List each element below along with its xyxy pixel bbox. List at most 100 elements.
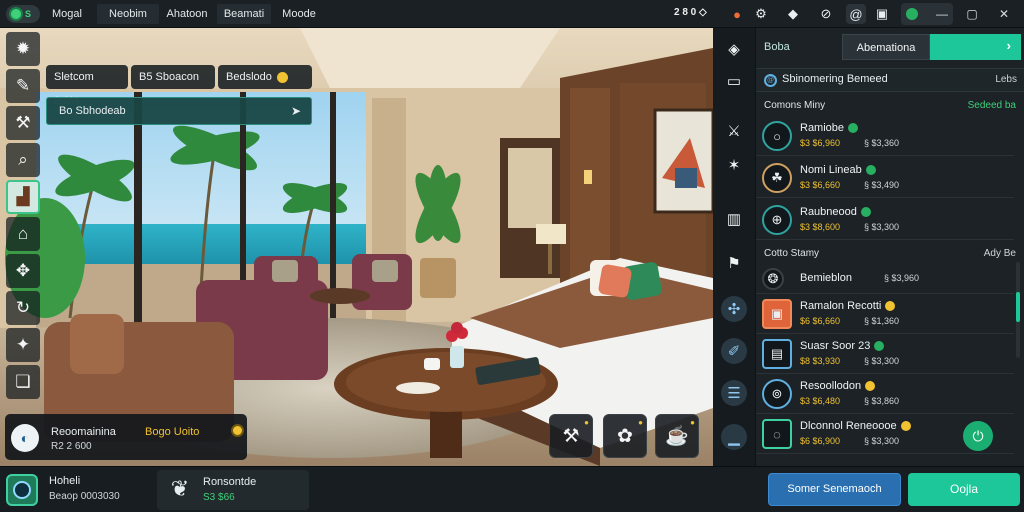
rooms-chip[interactable]: B5 Sboacon [131,65,215,89]
list-item[interactable]: ▤ Suasr Soor 23 $8 $3,930 § $3,300 [756,334,1014,374]
list-item[interactable]: ☘ Nomi Lineab $3 $6,660 § $3,490 [756,158,1014,198]
objective-banner[interactable]: Bo Sbhodeab ➤ [46,97,312,125]
occupancy-chip[interactable]: Sletcom 0.6% [46,65,128,107]
build-toolbar: ✹ ✎ ⚒ ⌕ ▟ ⌂ ✥ ↻ ✦ ❏ [4,32,42,404]
move-tool-icon[interactable]: ✥ [6,254,40,288]
tab-next[interactable]: › [930,34,1021,60]
settings-icon[interactable]: ⚙ [751,4,771,24]
list-item[interactable]: ⊕ Raubneood $3 $8,600 § $3,300 [756,200,1014,240]
mail-icon[interactable]: @ [846,4,866,24]
confirm-button[interactable]: Oojla [908,473,1020,506]
badge-icon: ● [690,418,695,427]
gift-tool-icon[interactable]: ✹ [6,32,40,66]
list-item-name: Bemieblon [800,272,852,284]
panel-header-link[interactable]: Lebs [995,74,1017,85]
status-badge [885,301,896,312]
fan-icon[interactable]: ✣ [721,296,747,322]
app-logo[interactable]: S [6,5,40,23]
scrollbar-thumb[interactable] [1016,292,1020,322]
status-badge [860,207,871,218]
list-item-stat: § $3,360 [864,138,900,148]
list-item-name: Ramalon Recotti [800,300,896,312]
chart-icon[interactable]: ▁ [721,424,747,450]
staff-avatar-icon: ○ [762,121,792,151]
star-icon[interactable]: ✶ [721,152,747,178]
section-title: Cotto Stamy [764,248,820,259]
clean-action-button[interactable]: ✿ ● [603,414,647,458]
list-item-stat: § $3,300 [864,222,900,232]
staff-avatar-icon: ⊕ [762,205,792,235]
compass-icon[interactable]: ◈ [721,36,747,62]
objective-banner-label: Bo Sbhodeab [59,105,126,117]
selected-item-card[interactable]: ❦ Ronsontde S3 $66 [157,470,309,510]
selected-item-price: S3 $66 [203,492,235,503]
status-badge [865,165,876,176]
badge-icon: ● [584,418,589,427]
window-icon[interactable]: ▭ [721,68,747,94]
hammer-action-button[interactable]: ⚒ ● [549,414,593,458]
tag-tool-icon[interactable]: ⌂ [6,217,40,251]
rotate-tool-icon[interactable]: ↻ [6,291,40,325]
tools-icon[interactable]: ⚔ [721,118,747,144]
hotel-icon[interactable] [6,474,38,506]
furniture-tool-icon[interactable]: ▟ [6,180,40,214]
power-icon[interactable]: ⏻ [963,421,993,451]
room-icon: ⊚ [762,379,792,409]
arrow-right-icon: ➤ [290,104,301,118]
menu-item-1[interactable]: Mogal [40,4,94,24]
status-badge [865,381,876,392]
hotel-emblem-icon [13,481,31,499]
link-icon[interactable]: ⊘ [816,4,836,24]
clipboard-icon[interactable]: ▣ [872,4,892,24]
list-item-name: Resoollodon [800,380,876,392]
spark-tool-icon[interactable]: ✦ [6,328,40,362]
maximize-icon[interactable]: ▢ [960,4,984,24]
room-icon: ◌ [762,419,792,449]
list-item[interactable]: ○ Ramiobe $3 $6,960 § $3,360 [756,116,1014,156]
menu-item-5[interactable]: Moode [276,4,322,24]
beds-chip[interactable]: Bedslodo [218,65,312,89]
flag-icon[interactable]: ⚑ [721,250,747,276]
menu-item-2[interactable]: Neobim [97,4,159,24]
wrench-tool-icon[interactable]: ⚒ [6,106,40,140]
hotel-room-viewport[interactable]: Sletcom 0.6% B5 Sboacon Bedslodo Bo Sbho… [0,28,713,466]
online-status-icon [906,8,918,20]
layers-tool-icon[interactable]: ❏ [6,365,40,399]
minimize-icon[interactable]: — [930,4,954,24]
info-icon: @ [764,74,777,87]
plant-icon: ❦ [170,476,190,501]
arrow-right-icon: › [1006,38,1011,53]
list-item-name: Raubneood [800,206,871,218]
list-item[interactable]: ▣ Ramalon Recotti $6 $6,660 § $1,360 [756,294,1014,334]
section-action[interactable]: Sedeed ba [968,100,1016,111]
menu-item-3[interactable]: Ahatoon [162,4,212,24]
notification-icon[interactable]: ◆ [783,4,803,24]
close-icon[interactable]: ✕ [992,4,1016,24]
room-icon: ▣ [762,299,792,329]
list-item-stat: $6 $6,660 [800,316,841,326]
list-item-stat: § $3,860 [864,396,900,406]
logo-text: S [25,9,32,19]
panel-tabs: Boba Abemationa › [756,32,1024,62]
edit-icon[interactable]: ✐ [721,338,747,364]
list-item[interactable]: ⊚ Resoollodon $3 $6,480 § $3,860 [756,374,1014,414]
tab-amenities[interactable]: Abemationa [842,34,930,60]
list-item[interactable]: ❂ Bemieblon § $3,960 [756,264,1014,294]
service-action-button[interactable]: ☕ ● [655,414,699,458]
management-panel: Boba Abemationa › @ Sbinomering Bemeed L… [755,28,1024,466]
list-item-stat: $6 $6,900 [800,436,841,446]
hotel-stat: Beaop 0003030 [49,491,120,502]
currency-stat: 2 8 0 ◇ [674,7,707,18]
list-item-stat: $3 $6,660 [800,180,841,190]
menu-item-4[interactable]: Beamati [217,4,271,24]
alert-icon[interactable]: ● [727,4,747,24]
paint-tool-icon[interactable]: ✎ [6,69,40,103]
tab-overview[interactable]: Boba [760,34,844,60]
section-title: Comons Miny [764,100,826,111]
room-icon: ▤ [762,339,792,369]
list-icon[interactable]: ☰ [721,380,747,406]
building-icon[interactable]: ▥ [721,206,747,232]
primary-action-button[interactable]: Somer Senemaoch [768,473,901,506]
section-action[interactable]: Ady Be [984,248,1016,259]
search-tool-icon[interactable]: ⌕ [6,143,40,177]
